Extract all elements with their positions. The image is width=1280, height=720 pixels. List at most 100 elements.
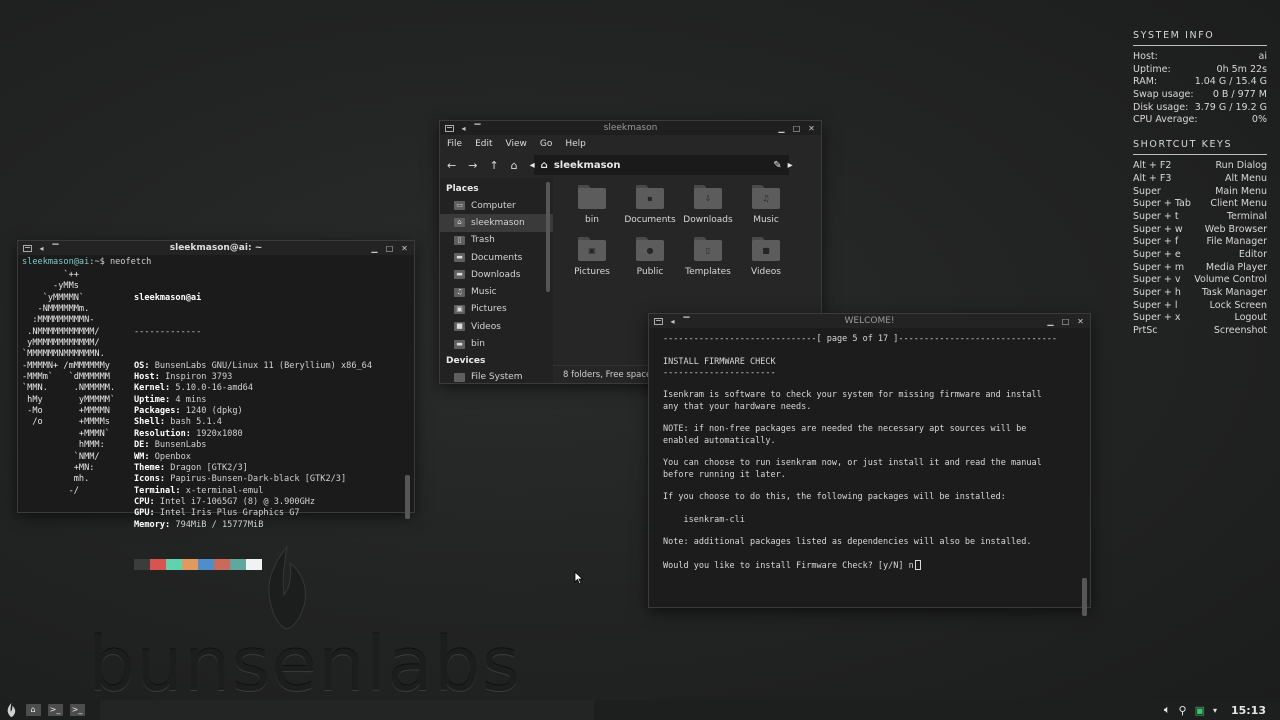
shade-icon[interactable]: ▔ xyxy=(682,317,691,326)
shortcut-row: Alt + F3 Alt Menu xyxy=(1133,173,1267,186)
folder-item[interactable]: ♫ Music xyxy=(737,185,795,225)
tray-expand-icon[interactable]: ▾ xyxy=(1213,706,1217,715)
terminal-window[interactable]: ◂ ▔ sleekmason@ai: ~ ▁ □ ✕ sleekmason@ai… xyxy=(17,240,415,570)
folder-icon: ▣ xyxy=(578,237,606,261)
maximize-icon[interactable]: □ xyxy=(385,244,394,253)
neofetch-value: Openbox xyxy=(154,451,191,462)
minimize-icon[interactable]: ▁ xyxy=(777,124,786,133)
system-info-title: SYSTEM INFO xyxy=(1133,30,1267,46)
terminal-output[interactable]: sleekmason@ai:~$ neofetch `++ -yMMs `yMM… xyxy=(18,255,414,570)
home-icon[interactable]: ⌂ xyxy=(511,159,518,172)
sidebar-item-trash[interactable]: ▯ Trash xyxy=(440,232,553,249)
sidebar-item-videos[interactable]: ■ Videos xyxy=(440,318,553,335)
minimize-icon[interactable]: ▁ xyxy=(370,244,379,253)
neofetch-line: Host: Inspiron 3793 xyxy=(134,372,372,383)
sidebar-item-downloads[interactable]: ▬ Downloads xyxy=(440,266,553,283)
welcome-window[interactable]: ◂ ▔ WELCOME! ▁ □ ✕ ---------------------… xyxy=(648,313,1091,616)
neofetch-ascii-logo: `++ -yMMs `yMMMMN` -NMMMMMMm. :MMMMMMMMM… xyxy=(22,270,116,496)
folder-item[interactable]: bin xyxy=(563,185,621,225)
folder-icon xyxy=(578,185,606,209)
bunsenlabs-menu-icon[interactable] xyxy=(0,700,22,720)
shortcut-key: PrtSc xyxy=(1133,325,1158,337)
sidebar-item-documents[interactable]: ▬ Documents xyxy=(440,249,553,266)
sidebar-item-label: Downloads xyxy=(471,269,521,280)
location-bar[interactable]: ◂ ⌂ sleekmason ✎ ▸ xyxy=(530,155,793,175)
close-icon[interactable]: ✕ xyxy=(1076,317,1085,326)
system-tray: 🔈︎ ⚲ ▣ ▾ 15:13 xyxy=(1164,703,1280,717)
folder-label: Pictures xyxy=(574,267,610,277)
file-manager-titlebar[interactable]: ◂ ▔ sleekmason ▁ □ ✕ xyxy=(440,121,821,135)
menu-item-view[interactable]: View xyxy=(506,139,527,149)
forward-icon[interactable]: → xyxy=(468,159,477,172)
neofetch-value: Papirus-Bunsen-Dark-black [GTK2/3] xyxy=(170,474,347,485)
clipboard-icon[interactable]: ⚲ xyxy=(1179,704,1187,717)
terminal-launcher-icon[interactable]: >_ xyxy=(44,700,66,720)
welcome-output[interactable]: ------------------------------[ page 5 o… xyxy=(649,328,1090,616)
send-to-desktop-icon[interactable]: ◂ xyxy=(459,124,468,133)
folder-item[interactable]: ▪ Documents xyxy=(621,185,679,225)
terminal-scrollbar[interactable] xyxy=(405,475,410,519)
shortcut-row: Super + v Volume Control xyxy=(1133,274,1267,287)
sidebar-item-filesystem[interactable]: File System xyxy=(440,369,553,383)
volume-icon[interactable]: 🔈︎ xyxy=(1164,703,1171,717)
window-menu-icon[interactable] xyxy=(23,244,32,252)
path-right-arrow-icon[interactable]: ▸ xyxy=(788,160,793,171)
path-button-home[interactable]: sleekmason xyxy=(554,160,621,171)
neofetch-colon: : xyxy=(165,519,176,530)
typed-answer[interactable]: n xyxy=(909,561,914,571)
sidebar-item-music[interactable]: ♫ Music xyxy=(440,283,553,300)
sidebar-item-bin[interactable]: ▬ bin xyxy=(440,335,553,352)
neofetch-colon: : xyxy=(185,428,197,439)
edit-path-icon[interactable]: ✎ xyxy=(773,160,781,171)
neofetch-line: DE: BunsenLabs xyxy=(134,440,372,451)
sidebar-item-pictures[interactable]: ▣ Pictures xyxy=(440,301,553,318)
folder-item[interactable]: ▯ Templates xyxy=(679,237,737,277)
sidebar-item-computer[interactable]: ▭ Computer xyxy=(440,197,553,214)
shortcut-action: Volume Control xyxy=(1194,274,1267,286)
menubar: File Edit View Go Help xyxy=(440,135,821,152)
battery-icon[interactable]: ▣ xyxy=(1195,704,1205,717)
file-manager-launcher-icon[interactable]: ⌂ xyxy=(22,700,44,720)
close-icon[interactable]: ✕ xyxy=(400,244,409,253)
neofetch-line: Theme: Dragon [GTK2/3] xyxy=(134,463,372,474)
folder-item[interactable]: ▣ Pictures xyxy=(563,237,621,277)
sidebar-item-label: Computer xyxy=(471,200,516,211)
menu-item-edit[interactable]: Edit xyxy=(475,139,492,149)
sidebar-scrollbar[interactable] xyxy=(546,182,550,292)
task-list[interactable] xyxy=(100,700,594,720)
folder-item[interactable]: ■ Videos xyxy=(737,237,795,277)
folder-icon: ▪ xyxy=(636,185,664,209)
shortcut-action: Run Dialog xyxy=(1215,160,1268,172)
terminal-task-icon[interactable]: >_ xyxy=(66,700,88,720)
folder-item[interactable]: ⇩ Downloads xyxy=(679,185,737,225)
path-left-arrow-icon[interactable]: ◂ xyxy=(530,160,535,171)
shade-icon[interactable]: ▔ xyxy=(473,124,482,133)
sysinfo-value: 1.04 G / 15.4 G xyxy=(1194,76,1267,88)
welcome-titlebar[interactable]: ◂ ▔ WELCOME! ▁ □ ✕ xyxy=(649,314,1090,328)
folder-item[interactable]: ● Public xyxy=(621,237,679,277)
maximize-icon[interactable]: □ xyxy=(1061,317,1070,326)
back-icon[interactable]: ← xyxy=(447,159,456,172)
sysinfo-row: RAM: 1.04 G / 15.4 G xyxy=(1133,76,1267,89)
neofetch-value: 4 mins xyxy=(175,394,207,405)
clock[interactable]: 15:13 xyxy=(1231,704,1266,717)
terminal-titlebar[interactable]: ◂ ▔ sleekmason@ai: ~ ▁ □ ✕ xyxy=(18,241,414,255)
up-icon[interactable]: ↑ xyxy=(489,159,498,172)
menu-item-help[interactable]: Help xyxy=(565,139,586,149)
welcome-scrollbar[interactable] xyxy=(1082,578,1087,616)
shortcut-action: Screenshot xyxy=(1213,325,1267,337)
neofetch-key: Shell xyxy=(134,417,160,428)
neofetch-key: GPU xyxy=(134,508,150,519)
window-menu-icon[interactable] xyxy=(654,317,663,325)
menu-item-file[interactable]: File xyxy=(447,139,462,149)
shade-icon[interactable]: ▔ xyxy=(51,244,60,253)
send-to-desktop-icon[interactable]: ◂ xyxy=(37,244,46,253)
minimize-icon[interactable]: ▁ xyxy=(1046,317,1055,326)
window-menu-icon[interactable] xyxy=(445,124,454,132)
menu-item-go[interactable]: Go xyxy=(540,139,552,149)
neofetch-value: 794MiB / 15777MiB xyxy=(175,519,264,530)
send-to-desktop-icon[interactable]: ◂ xyxy=(668,317,677,326)
sidebar-item-sleekmason[interactable]: ⌂ sleekmason xyxy=(440,214,553,232)
maximize-icon[interactable]: □ xyxy=(792,124,801,133)
close-icon[interactable]: ✕ xyxy=(807,124,816,133)
